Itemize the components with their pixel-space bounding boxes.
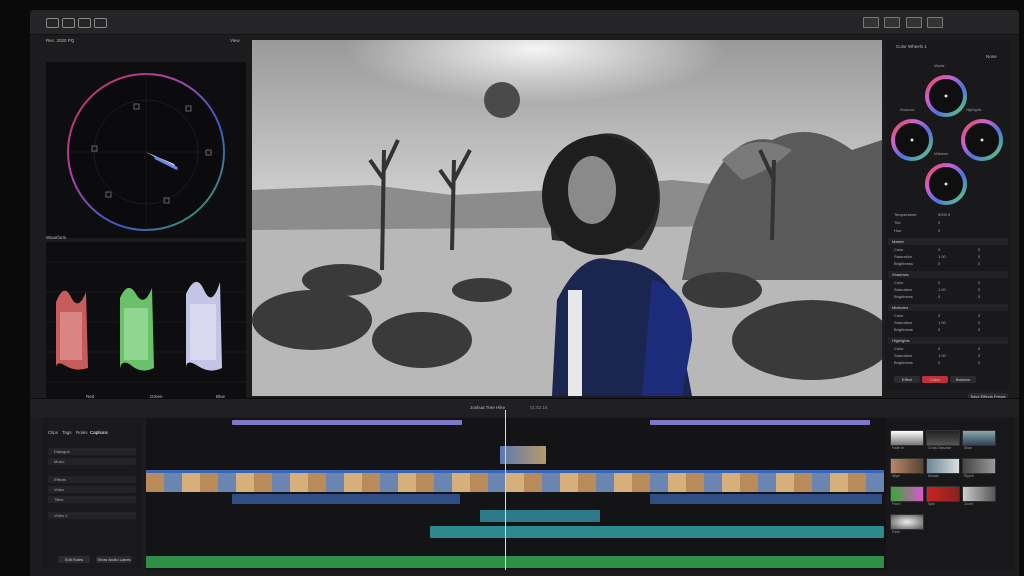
scope-view-menu[interactable]: View xyxy=(230,38,240,43)
transition-name-8: Zoom xyxy=(964,502,973,506)
section-shadows[interactable]: Shadows xyxy=(888,271,1008,278)
transition-name-9: Fade xyxy=(892,530,900,534)
transition-thumb-6[interactable] xyxy=(890,486,924,502)
inspector-toggle-icon[interactable] xyxy=(905,17,922,28)
timeline-toolbar: Joshua Tree Hike 01:52:18 xyxy=(30,398,1019,417)
shadows-saturation-row[interactable]: Saturation 1.00 0 xyxy=(890,287,1006,293)
import-icon[interactable] xyxy=(62,18,75,28)
midtones-color-row[interactable]: Color 0 0 xyxy=(890,313,1006,319)
master-brightness-row[interactable]: Brightness 0 0 xyxy=(890,261,1006,267)
tab-color[interactable]: Color xyxy=(922,376,948,383)
title-clip-2[interactable] xyxy=(650,420,870,425)
transition-name-7: Spin xyxy=(928,502,936,506)
viewer-image[interactable] xyxy=(252,40,882,396)
timeline-duration: 01:52:18 xyxy=(530,405,548,410)
highlights-color-row[interactable]: Color 0 0 xyxy=(890,346,1006,352)
library-icon[interactable] xyxy=(46,18,59,28)
audio-clip-music[interactable] xyxy=(430,526,884,538)
audio-clip-dialogue-2[interactable] xyxy=(650,494,882,504)
shadows-brightness-row[interactable]: Brightness 0 0 xyxy=(890,294,1006,300)
tab-clips[interactable]: Clips xyxy=(48,430,58,435)
hue-row[interactable]: Hue 0 xyxy=(890,228,1006,234)
connected-clip[interactable] xyxy=(500,446,546,464)
workspace-toggles xyxy=(859,17,979,28)
keyword-icon[interactable] xyxy=(78,18,91,28)
transition-thumb-2[interactable] xyxy=(962,430,996,446)
transition-thumb-4[interactable] xyxy=(926,458,960,474)
timeline-index: Clips Tags Roles Captions Dialogue Music… xyxy=(42,418,142,568)
section-master[interactable]: Master xyxy=(888,238,1008,245)
transition-name-4: Mosaic xyxy=(928,474,940,478)
tab-balance[interactable]: Balance xyxy=(950,376,976,383)
browser-toggle-icon[interactable] xyxy=(863,17,879,28)
waveform-scope: Red Green Blue xyxy=(46,242,246,402)
shadows-color-row[interactable]: Color 0 0 xyxy=(890,280,1006,286)
scope-title: Rec. 2020 PQ xyxy=(46,38,75,43)
audio-clip-effects[interactable] xyxy=(480,510,600,522)
wheel-label-shadows: Shadows xyxy=(900,108,915,112)
waveform-title: Waveform xyxy=(46,235,67,240)
background-tasks-icon[interactable] xyxy=(94,18,107,28)
show-audio-lanes-button[interactable]: Show Audio Lanes xyxy=(96,556,132,563)
midtones-saturation-row[interactable]: Saturation 1.00 0 xyxy=(890,320,1006,326)
section-midtones[interactable]: Midtones xyxy=(888,304,1008,311)
transition-thumb-0[interactable] xyxy=(890,430,924,446)
transition-thumb-8[interactable] xyxy=(962,486,996,502)
temperature-row[interactable]: Temperature 5000.0 xyxy=(890,212,1006,218)
tint-row[interactable]: Tint 0 xyxy=(890,220,1006,226)
lane-effects[interactable]: Effects xyxy=(48,476,136,483)
transition-thumb-9[interactable] xyxy=(890,514,924,530)
master-saturation-row[interactable]: Saturation 1.00 0 xyxy=(890,254,1006,260)
highlights-saturation-row[interactable]: Saturation 1.00 0 xyxy=(890,353,1006,359)
transition-name-5: Ripple xyxy=(964,474,974,478)
wheel-label-master: Master xyxy=(934,64,945,68)
transition-thumb-1[interactable] xyxy=(926,430,960,446)
audio-clip-dialogue[interactable] xyxy=(232,494,460,504)
title-bar xyxy=(30,10,1019,35)
transition-thumb-5[interactable] xyxy=(962,458,996,474)
tab-tags[interactable]: Tags xyxy=(62,430,72,435)
master-color-row[interactable]: Color 0 0 xyxy=(890,247,1006,253)
midtones-brightness-row[interactable]: Brightness 0 0 xyxy=(890,327,1006,333)
lane-titles[interactable]: Titles xyxy=(48,496,136,503)
edit-roles-button[interactable]: Edit Roles xyxy=(58,556,90,563)
vectorscope xyxy=(46,62,246,238)
wheel-label-highlights: Highlights xyxy=(966,108,982,112)
lane-music[interactable]: Music xyxy=(48,458,136,465)
transition-name-6: Flash xyxy=(892,502,901,506)
transition-name-0: Fade In xyxy=(892,446,904,450)
section-highlights[interactable]: Highlights xyxy=(888,337,1008,344)
lane-video-2[interactable]: Video 2 xyxy=(48,512,136,519)
title-clip[interactable] xyxy=(232,420,462,425)
lane-video[interactable]: Video xyxy=(48,486,136,493)
playhead[interactable] xyxy=(505,410,506,570)
primary-storyline[interactable] xyxy=(146,470,884,492)
highlights-brightness-row[interactable]: Brightness 0 0 xyxy=(890,360,1006,366)
timeline-tracks xyxy=(146,418,886,570)
audio-clip-soundtrack[interactable] xyxy=(146,556,884,568)
wheel-label-midtones: Midtones xyxy=(934,152,949,156)
transition-thumb-7[interactable] xyxy=(926,486,960,502)
lane-dialogue[interactable]: Dialogue xyxy=(48,448,136,455)
tab-captions[interactable]: Captions xyxy=(90,430,108,435)
timeline-project-label: Joshua Tree Hike xyxy=(470,405,506,410)
color-inspector: Color Wheels 1 None Master Shadows Highl… xyxy=(886,40,1009,390)
storyline-header xyxy=(146,470,884,473)
inspector-title: Color Wheels 1 xyxy=(896,44,927,49)
tab-effect[interactable]: Effect xyxy=(894,376,920,383)
transition-name-3: Wipe xyxy=(892,474,900,478)
transition-name-2: Slide xyxy=(964,446,972,450)
transition-name-1: Cross Dissolve xyxy=(928,446,952,450)
timeline-toggle-icon[interactable] xyxy=(884,17,901,28)
transitions-browser: Fade In Cross Dissolve Slide Wipe Mosaic… xyxy=(886,418,1014,570)
transition-thumb-3[interactable] xyxy=(890,458,924,474)
preset-menu[interactable]: None xyxy=(986,54,997,59)
tab-roles[interactable]: Roles xyxy=(76,430,88,435)
app-window: Rec. 2020 PQ View Waveform Red Green Blu… xyxy=(30,10,1019,576)
share-icon[interactable] xyxy=(927,17,944,28)
